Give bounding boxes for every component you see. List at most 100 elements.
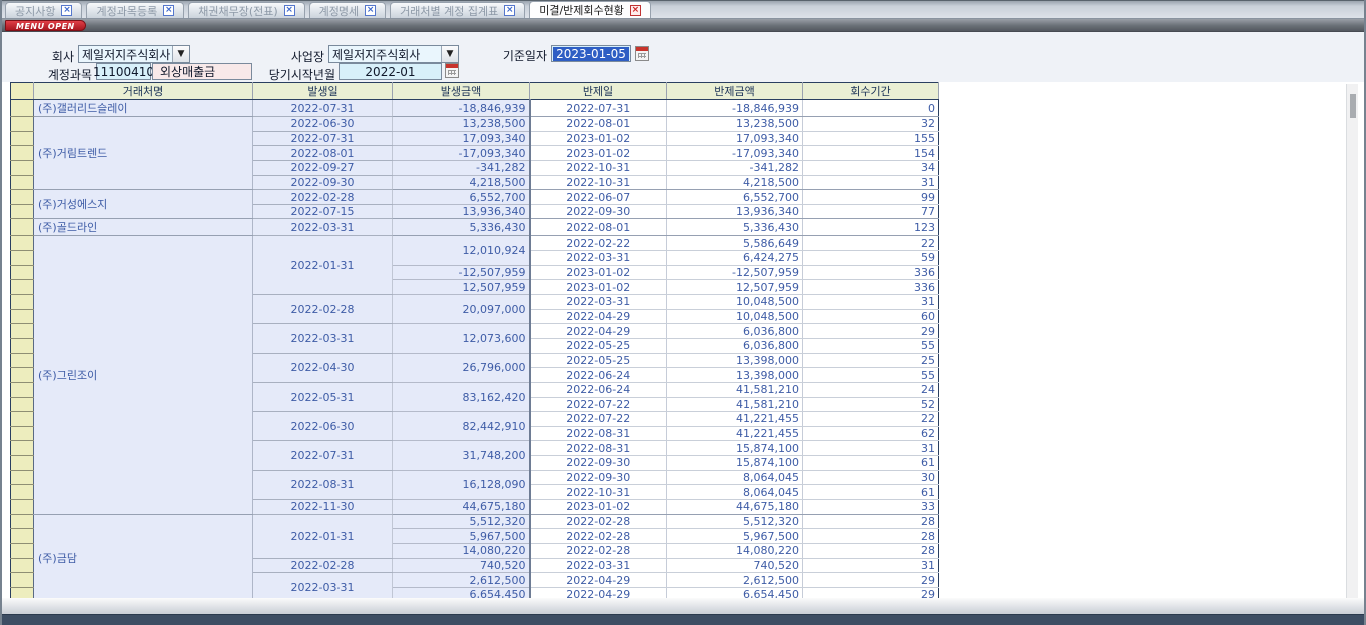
occurrence-date-cell[interactable]: 2022-05-31: [253, 382, 393, 411]
occurrence-date-cell[interactable]: 2022-04-30: [253, 353, 393, 382]
settlement-amount-cell[interactable]: 740,520: [667, 558, 803, 573]
settlement-date-cell[interactable]: 2022-09-30: [530, 204, 667, 219]
occurrence-date-cell[interactable]: 2022-03-31: [253, 324, 393, 353]
row-header-cell[interactable]: [11, 131, 34, 146]
collection-days-cell[interactable]: 77: [803, 204, 939, 219]
row-header-cell[interactable]: [11, 485, 34, 500]
settlement-date-cell[interactable]: 2022-03-31: [530, 295, 667, 310]
customer-name-cell[interactable]: (주)갤러리드슬레이: [34, 100, 253, 117]
settlement-date-cell[interactable]: 2022-03-31: [530, 558, 667, 573]
tab-2[interactable]: 채권채무장(전표)×: [188, 2, 304, 18]
row-header-cell[interactable]: [11, 160, 34, 175]
tab-3[interactable]: 계정명세×: [309, 2, 386, 18]
tab-close-icon[interactable]: ×: [61, 5, 72, 16]
settlement-amount-cell[interactable]: 6,036,800: [667, 324, 803, 339]
collection-days-cell[interactable]: 24: [803, 382, 939, 397]
collection-days-cell[interactable]: 32: [803, 117, 939, 132]
tab-close-icon[interactable]: ×: [365, 5, 376, 16]
settlement-date-cell[interactable]: 2022-04-29: [530, 573, 667, 588]
occurrence-amount-cell[interactable]: 20,097,000: [393, 295, 530, 324]
row-header-cell[interactable]: [11, 353, 34, 368]
collection-days-cell[interactable]: 61: [803, 456, 939, 471]
collection-days-cell[interactable]: 31: [803, 295, 939, 310]
tab-close-icon[interactable]: ×: [630, 5, 641, 16]
settlement-amount-cell[interactable]: 12,507,959: [667, 280, 803, 295]
collection-days-cell[interactable]: 0: [803, 100, 939, 117]
settlement-date-cell[interactable]: 2023-01-02: [530, 280, 667, 295]
row-header-cell[interactable]: [11, 236, 34, 251]
collection-days-cell[interactable]: 29: [803, 324, 939, 339]
collection-days-cell[interactable]: 55: [803, 338, 939, 353]
occurrence-amount-cell[interactable]: 82,442,910: [393, 412, 530, 441]
collection-days-cell[interactable]: 28: [803, 543, 939, 558]
settlement-date-cell[interactable]: 2022-10-31: [530, 160, 667, 175]
settlement-date-cell[interactable]: 2022-08-01: [530, 219, 667, 236]
customer-name-cell[interactable]: (주)골드라인: [34, 219, 253, 236]
tab-4[interactable]: 거래처별 계정 집계표×: [390, 2, 525, 18]
collection-days-cell[interactable]: 336: [803, 265, 939, 280]
settlement-date-cell[interactable]: 2022-06-07: [530, 190, 667, 205]
settlement-amount-cell[interactable]: 8,064,045: [667, 470, 803, 485]
start-month-input[interactable]: 2022-01: [339, 63, 442, 80]
occurrence-amount-cell[interactable]: 740,520: [393, 558, 530, 573]
row-header-cell[interactable]: [11, 441, 34, 456]
collection-days-cell[interactable]: 30: [803, 470, 939, 485]
occurrence-amount-cell[interactable]: 2,612,500: [393, 573, 530, 588]
occurrence-amount-cell[interactable]: 12,010,924: [393, 236, 530, 265]
occurrence-date-cell[interactable]: 2022-01-31: [253, 514, 393, 558]
settlement-amount-cell[interactable]: 41,581,210: [667, 397, 803, 412]
tab-0[interactable]: 공지사항×: [5, 2, 82, 18]
collection-days-cell[interactable]: 60: [803, 309, 939, 324]
tab-close-icon[interactable]: ×: [284, 5, 295, 16]
occurrence-amount-cell[interactable]: -341,282: [393, 160, 530, 175]
tab-1[interactable]: 계정과목등록×: [86, 2, 184, 18]
settlement-date-cell[interactable]: 2022-10-31: [530, 485, 667, 500]
collection-days-cell[interactable]: 31: [803, 558, 939, 573]
settlement-date-cell[interactable]: 2022-02-28: [530, 514, 667, 529]
row-header-cell[interactable]: [11, 397, 34, 412]
company-select[interactable]: 제일저지주식회사 ▼: [78, 45, 190, 63]
settlement-date-cell[interactable]: 2022-02-28: [530, 543, 667, 558]
occurrence-amount-cell[interactable]: 6,552,700: [393, 190, 530, 205]
collection-days-cell[interactable]: 62: [803, 426, 939, 441]
row-header-cell[interactable]: [11, 295, 34, 310]
row-header-cell[interactable]: [11, 338, 34, 353]
settlement-date-cell[interactable]: 2023-01-02: [530, 265, 667, 280]
occurrence-date-cell[interactable]: 2022-07-15: [253, 204, 393, 219]
row-header-cell[interactable]: [11, 309, 34, 324]
base-date-input[interactable]: 2023-01-05: [551, 45, 631, 62]
collection-days-cell[interactable]: 34: [803, 160, 939, 175]
settlement-amount-cell[interactable]: 41,221,455: [667, 412, 803, 427]
settlement-amount-cell[interactable]: 13,398,000: [667, 368, 803, 383]
row-header-cell[interactable]: [11, 219, 34, 236]
settlement-date-cell[interactable]: 2022-08-31: [530, 441, 667, 456]
tab-5[interactable]: 미결/반제회수현황×: [529, 1, 651, 18]
occurrence-amount-cell[interactable]: 6,654,450: [393, 587, 530, 598]
occurrence-date-cell[interactable]: 2022-07-31: [253, 100, 393, 117]
settlement-date-cell[interactable]: 2022-08-31: [530, 426, 667, 441]
settlement-date-cell[interactable]: 2022-04-29: [530, 309, 667, 324]
settlement-amount-cell[interactable]: 5,967,500: [667, 529, 803, 544]
occurrence-amount-cell[interactable]: 5,967,500: [393, 529, 530, 544]
row-header-cell[interactable]: [11, 190, 34, 205]
occurrence-date-cell[interactable]: 2022-02-28: [253, 190, 393, 205]
vertical-scrollbar[interactable]: [1346, 84, 1358, 598]
column-header[interactable]: 반제금액: [667, 83, 803, 100]
row-header-cell[interactable]: [11, 500, 34, 515]
occurrence-amount-cell[interactable]: 4,218,500: [393, 175, 530, 190]
menu-open-button[interactable]: MENU OPEN: [5, 20, 86, 31]
column-header[interactable]: 반제일: [530, 83, 667, 100]
collection-days-cell[interactable]: 61: [803, 485, 939, 500]
collection-days-cell[interactable]: 155: [803, 131, 939, 146]
settlement-amount-cell[interactable]: 4,218,500: [667, 175, 803, 190]
collection-days-cell[interactable]: 33: [803, 500, 939, 515]
occurrence-date-cell[interactable]: 2022-03-31: [253, 219, 393, 236]
row-header-cell[interactable]: [11, 382, 34, 397]
settlement-date-cell[interactable]: 2022-03-31: [530, 251, 667, 266]
row-header-cell[interactable]: [11, 573, 34, 588]
occurrence-date-cell[interactable]: 2022-09-30: [253, 175, 393, 190]
settlement-date-cell[interactable]: 2022-04-29: [530, 587, 667, 598]
settlement-amount-cell[interactable]: 41,221,455: [667, 426, 803, 441]
settlement-amount-cell[interactable]: 14,080,220: [667, 543, 803, 558]
settlement-amount-cell[interactable]: 10,048,500: [667, 295, 803, 310]
